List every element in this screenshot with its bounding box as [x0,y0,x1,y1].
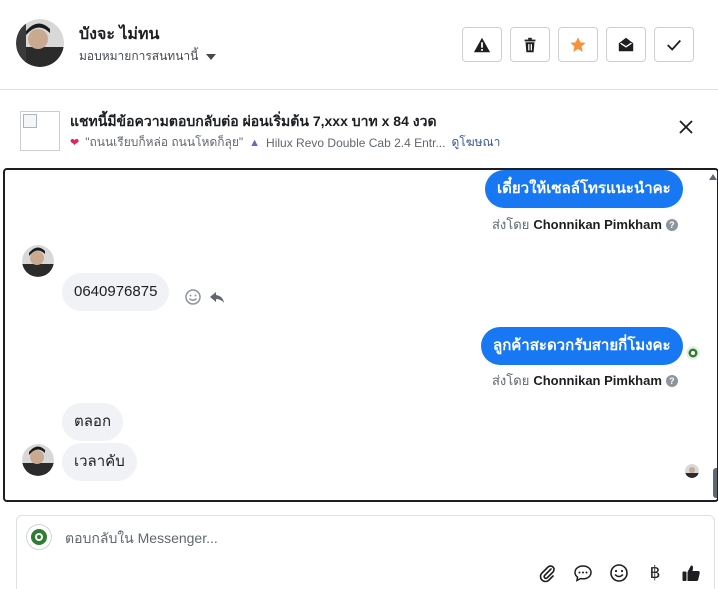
ad-thumbnail[interactable] [20,111,60,151]
heart-icon: ❤ [70,137,80,149]
chevron-down-icon [206,53,217,60]
saved-replies-button[interactable] [572,562,594,584]
assign-label: มอบหมายการสนทนานี้ [79,49,199,63]
car-icon: ▲ [249,136,261,149]
report-button[interactable] [462,27,502,62]
delete-button[interactable] [510,27,550,62]
react-emoji-icon[interactable] [184,288,202,306]
emoji-button[interactable] [608,562,630,584]
contact-avatar-small[interactable] [22,245,54,277]
incoming-message[interactable]: เวลาคับ [62,443,137,481]
like-button[interactable] [680,562,702,584]
scroll-up-arrow[interactable] [709,174,717,180]
ad-details: ❤ "ถนนเรียบก็หล่อ ถนนโหดก็ลุย" ▲ Hilux R… [70,133,500,152]
assign-conversation-dropdown[interactable]: มอบหมายการสนทนานี้ [79,47,217,66]
star-icon [570,36,586,52]
payment-button[interactable]: ฿ [644,562,666,584]
composer-tools: ฿ [536,562,702,584]
help-icon[interactable]: ? [665,218,678,231]
mark-done-button[interactable] [654,27,694,62]
star-button[interactable] [558,27,598,62]
ad-snippet: "ถนนเรียบก็หล่อ ถนนโหดก็ลุย" [85,135,244,149]
outgoing-message[interactable]: ลูกค้าสะดวกรับสายกี่โมงคะ [481,327,683,365]
sent-by-prefix: ส่งโดย [492,373,530,388]
conversation-header: บังจะ ไม่ทน มอบหมายการสนทนานี้ [0,0,718,90]
trash-icon [524,37,536,52]
scrollbar-thumb[interactable] [713,468,717,498]
reply-composer: ฿ [16,515,715,589]
check-icon [667,39,681,51]
seen-avatar [685,464,699,478]
sent-by-prefix: ส่งโดย [492,217,530,232]
outgoing-message[interactable]: เดี๋ยวให้เซลล์โทรแนะนำคะ [485,170,683,208]
warning-icon [473,37,491,52]
incoming-message[interactable]: ตลอก [62,403,124,441]
emoji-icon [610,564,628,582]
incoming-message[interactable]: 0640976875 [62,273,170,311]
message-thread[interactable]: เดี๋ยวให้เซลล์โทรแนะนำคะ ส่งโดย Chonnika… [3,168,718,502]
page-avatar [26,524,52,550]
sent-by-label: ส่งโดย Chonnikan Pimkham ? [492,370,678,391]
contact-avatar[interactable] [16,19,64,67]
speech-bubble-icon [574,565,592,582]
reply-icon[interactable] [208,288,226,306]
scrollbar[interactable] [709,170,717,500]
ad-title: แชทนี้มีข้อความตอบกลับต่อ ผ่อนเริ่มต้น 7… [70,113,437,129]
paperclip-icon [539,565,555,583]
sender-name: Chonnikan Pimkham [533,373,662,388]
baht-icon: ฿ [649,563,661,582]
ad-reference-bar: แชทนี้มีข้อความตอบกลับต่อ ผ่อนเริ่มต้น 7… [0,91,718,166]
message-tools [184,288,226,306]
mark-unread-button[interactable] [606,27,646,62]
help-icon[interactable]: ? [665,374,678,387]
sent-by-label: ส่งโดย Chonnikan Pimkham ? [492,214,678,235]
envelope-open-icon [618,37,634,51]
ad-product: Hilux Revo Double Cab 2.4 Entr... [266,135,446,150]
view-ad-link[interactable]: ดูโฆษณา [451,133,500,152]
sender-name: Chonnikan Pimkham [533,217,662,232]
close-icon [679,120,693,134]
thumbs-up-icon [682,565,700,581]
contact-avatar-small[interactable] [22,444,54,476]
close-ad-bar-button[interactable] [678,119,698,139]
reply-input[interactable] [65,526,665,550]
seen-avatar [686,346,700,360]
contact-name: บังจะ ไม่ทน [79,26,160,43]
attach-button[interactable] [536,562,558,584]
conversation-actions [462,27,694,62]
